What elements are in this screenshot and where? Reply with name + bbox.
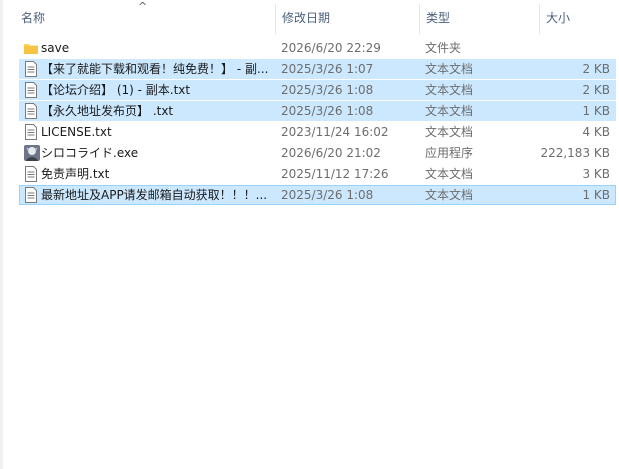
file-name: 【来了就能下载和观看！纯免费！】 - 副... bbox=[41, 62, 269, 76]
window-left-edge bbox=[0, 0, 3, 469]
file-type: 文本文档 bbox=[425, 167, 474, 181]
column-header-date[interactable]: 修改日期 bbox=[282, 11, 330, 25]
file-name: LICENSE.txt bbox=[41, 125, 112, 139]
file-name: 免责声明.txt bbox=[41, 167, 110, 181]
file-date: 2025/11/12 17:26 bbox=[281, 167, 389, 181]
file-size: 4 KB bbox=[582, 125, 610, 139]
text-file-icon bbox=[24, 166, 38, 182]
file-type: 文本文档 bbox=[425, 104, 474, 118]
file-type: 文本文档 bbox=[425, 125, 474, 139]
column-header-size[interactable]: 大小 bbox=[546, 11, 570, 25]
file-date: 2025/3/26 1:07 bbox=[281, 62, 374, 76]
file-size: 2 KB bbox=[582, 83, 610, 97]
text-file-icon bbox=[24, 187, 38, 203]
file-type: 文本文档 bbox=[425, 83, 474, 97]
text-file-icon bbox=[24, 103, 38, 119]
file-row[interactable]: シロコライド.exe 2026/6/20 21:02 应用程序 222,183 … bbox=[19, 143, 616, 163]
file-name: シロコライド.exe bbox=[41, 146, 139, 160]
file-row[interactable]: LICENSE.txt 2023/11/24 16:02 文本文档 4 KB bbox=[19, 122, 616, 142]
column-divider[interactable] bbox=[419, 4, 420, 34]
file-row[interactable]: 【来了就能下载和观看！纯免费！】 - 副... 2025/3/26 1:07 文… bbox=[19, 59, 616, 79]
file-type: 文本文档 bbox=[425, 188, 474, 202]
file-date: 2025/3/26 1:08 bbox=[281, 188, 374, 202]
file-date: 2026/6/20 22:29 bbox=[281, 41, 381, 55]
text-file-icon bbox=[24, 82, 38, 98]
file-name: 最新地址及APP请发邮箱自动获取！！！... bbox=[41, 188, 268, 202]
file-type: 应用程序 bbox=[425, 146, 474, 160]
column-header-bar: ^ 名称 修改日期 类型 大小 bbox=[0, 0, 619, 36]
file-name: save bbox=[41, 41, 70, 55]
file-row[interactable]: 免责声明.txt 2025/11/12 17:26 文本文档 3 KB bbox=[19, 164, 616, 184]
sort-ascending-icon: ^ bbox=[138, 0, 148, 13]
file-size: 222,183 KB bbox=[540, 146, 610, 160]
file-name: 【永久地址发布页】 .txt bbox=[41, 104, 174, 118]
file-row[interactable]: 【论坛介绍】 (1) - 副本.txt 2025/3/26 1:08 文本文档 … bbox=[19, 80, 616, 100]
file-name: 【论坛介绍】 (1) - 副本.txt bbox=[41, 83, 191, 97]
column-divider[interactable] bbox=[539, 4, 540, 34]
text-file-icon bbox=[24, 61, 38, 77]
file-size: 1 KB bbox=[582, 188, 610, 202]
file-type: 文本文档 bbox=[425, 62, 474, 76]
text-file-icon bbox=[24, 124, 38, 140]
file-row[interactable]: 【永久地址发布页】 .txt 2025/3/26 1:08 文本文档 1 KB bbox=[19, 101, 616, 121]
file-row[interactable]: 最新地址及APP请发邮箱自动获取！！！... 2025/3/26 1:08 文本… bbox=[19, 185, 616, 205]
folder-icon bbox=[24, 40, 38, 56]
file-date: 2025/3/26 1:08 bbox=[281, 104, 374, 118]
file-type: 文件夹 bbox=[425, 41, 462, 55]
file-size: 3 KB bbox=[582, 167, 610, 181]
column-header-type[interactable]: 类型 bbox=[426, 11, 450, 25]
file-date: 2023/11/24 16:02 bbox=[281, 125, 389, 139]
column-header-name[interactable]: 名称 bbox=[21, 11, 45, 25]
file-row[interactable]: save 2026/6/20 22:29 文件夹 bbox=[19, 38, 616, 58]
file-size: 1 KB bbox=[582, 104, 610, 118]
file-date: 2025/3/26 1:08 bbox=[281, 83, 374, 97]
file-date: 2026/6/20 21:02 bbox=[281, 146, 381, 160]
column-divider[interactable] bbox=[275, 4, 276, 34]
file-size: 2 KB bbox=[582, 62, 610, 76]
app-icon bbox=[24, 145, 40, 161]
